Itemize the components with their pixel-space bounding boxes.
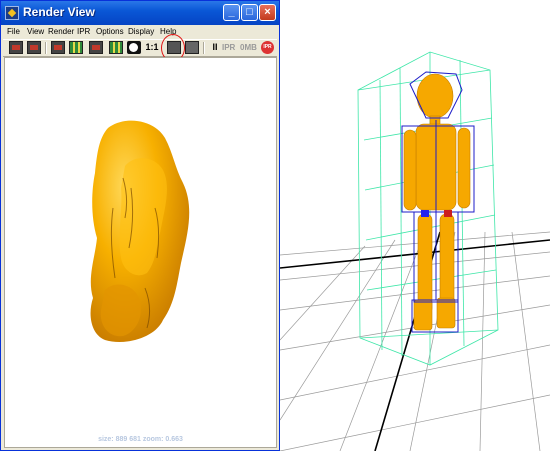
ipr-size-label: 0MB: [240, 43, 257, 52]
clapperboard-icon[interactable]: [9, 41, 23, 54]
remove-image-icon[interactable]: [185, 41, 199, 54]
menu-ipr[interactable]: IPR: [77, 27, 90, 36]
status-readout: size: 889 681 zoom: 0.663: [98, 436, 183, 443]
toolbar-separator: [203, 42, 205, 54]
maya-viewport-scene[interactable]: [279, 0, 550, 452]
menu-view[interactable]: View: [27, 27, 44, 36]
minimize-button[interactable]: _: [223, 4, 240, 21]
ratio-button[interactable]: 1:1: [144, 41, 160, 54]
menu-file[interactable]: File: [7, 27, 20, 36]
toolbar: 1:1 II IPR 0MB IPR: [3, 39, 277, 57]
render-view-window: Render View _ □ × File View Render IPR O…: [0, 0, 280, 451]
render-viewport[interactable]: size: 889 681 zoom: 0.663: [4, 57, 277, 448]
snapshot-icon[interactable]: [69, 41, 83, 54]
rendered-figure-image: [90, 120, 190, 342]
ground-axis: [279, 231, 550, 452]
render-settings-icon[interactable]: [89, 41, 103, 54]
window-title: Render View: [23, 5, 95, 19]
ipr-render-button[interactable]: IPR: [261, 41, 274, 54]
ground-grid: [279, 231, 550, 452]
perspective-scene: [279, 51, 550, 452]
toolbar-separator: [45, 42, 47, 54]
menu-display[interactable]: Display: [128, 27, 154, 36]
rgb-channels-icon[interactable]: [109, 41, 123, 54]
rendered-model: [90, 120, 190, 342]
maximize-button[interactable]: □: [241, 4, 258, 21]
title-bar[interactable]: Render View _ □ ×: [1, 1, 279, 25]
ipr-button[interactable]: IPR: [222, 41, 238, 54]
menu-bar: File View Render IPR Options Display Hel…: [1, 25, 279, 39]
menu-render[interactable]: Render: [48, 27, 74, 36]
region-render-icon[interactable]: [51, 41, 65, 54]
alpha-channel-icon[interactable]: [127, 41, 141, 54]
pause-button[interactable]: II: [208, 41, 222, 54]
menu-options[interactable]: Options: [96, 27, 124, 36]
close-button[interactable]: ×: [259, 4, 276, 21]
clapperboard-redo-icon[interactable]: [27, 41, 41, 54]
maya-app-icon[interactable]: [5, 6, 19, 20]
